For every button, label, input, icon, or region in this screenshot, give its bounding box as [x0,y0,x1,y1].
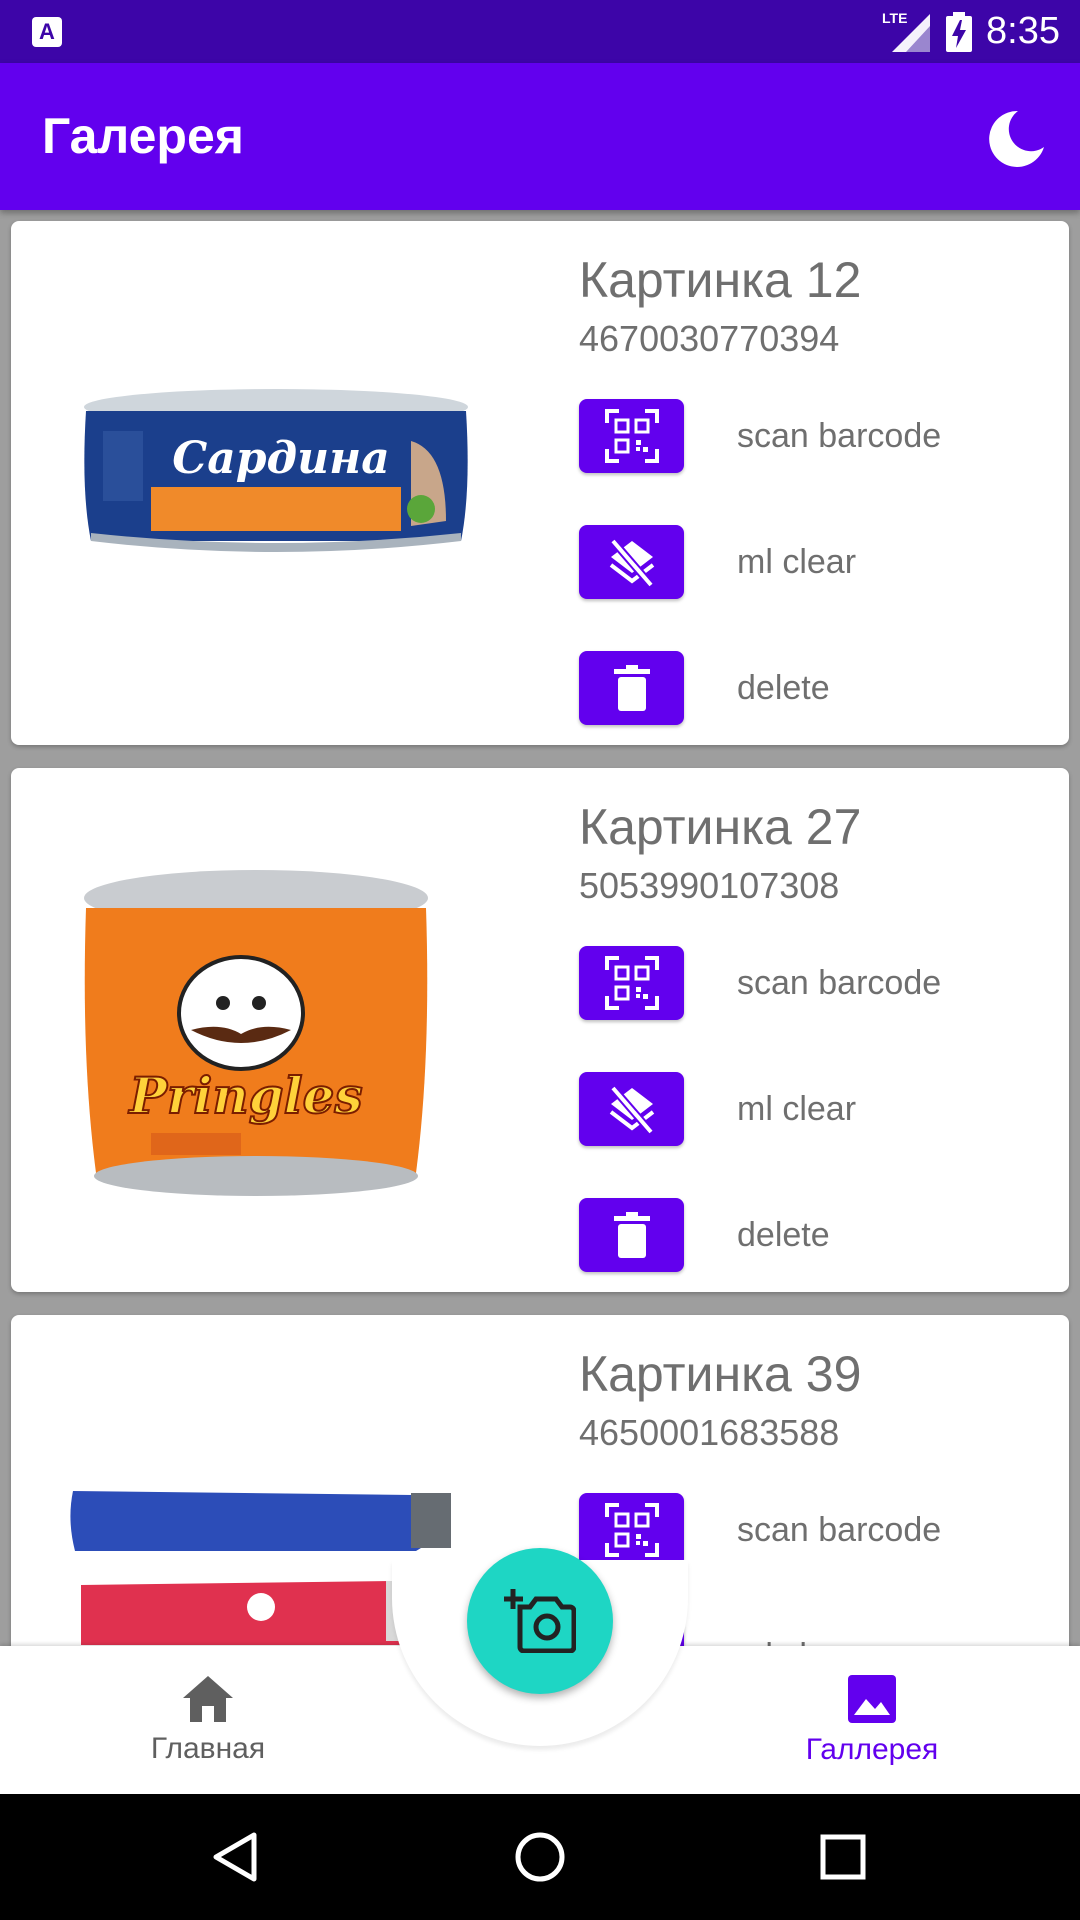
add-photo-icon [504,1589,576,1653]
product-image: Сардина [41,251,511,715]
layers-clear-icon [609,538,654,588]
app-screen: A LTE 8:35 Галерея Сардина Картинка 12 4… [0,0,1080,1920]
ml-clear-action: ml clear [579,1072,1039,1146]
gallery-card: Pringles Картинка 27 5053990107308 scan … [11,768,1069,1292]
card-title: Картинка 39 [579,1346,862,1402]
scan-barcode-action: scan barcode [579,1493,1039,1567]
product-label-text: Pringles [127,1066,362,1125]
delete-button[interactable] [579,651,684,725]
scan-barcode-label: scan barcode [737,1510,942,1549]
delete-action: delete [579,651,1039,725]
recents-square-icon [820,1834,866,1880]
trash-icon [613,1212,650,1258]
layers-clear-icon [609,1085,654,1135]
gallery-list[interactable]: Сардина Картинка 12 4670030770394 scan b… [0,210,1080,1646]
ml-clear-label: ml clear [737,1089,857,1128]
nav-label-home: Главная [150,1732,266,1765]
barcode-value: 5053990107308 [579,865,840,906]
qr-scan-icon [604,409,659,463]
gallery-card: Сардина Картинка 12 4670030770394 scan b… [11,221,1069,745]
delete-action: delete [579,1198,1039,1272]
ml-clear-action: ml clear [579,525,1039,599]
ml-clear-label: ml clear [737,542,857,581]
add-photo-fab[interactable] [467,1548,613,1694]
app-bar: Галерея [0,63,1080,210]
card-title: Картинка 12 [579,252,862,308]
product-image: Pringles [41,798,511,1262]
status-indicators: LTE 8:35 [882,0,1060,63]
status-bar: A LTE 8:35 [0,0,1080,63]
card-title: Картинка 27 [579,799,862,855]
qr-scan-icon [604,956,659,1010]
trash-icon [613,665,650,711]
scan-barcode-label: scan barcode [737,416,942,455]
lte-signal-icon: LTE [882,10,932,54]
qr-scan-icon [604,1503,659,1557]
ml-clear-button[interactable] [579,1072,684,1146]
ml-clear-label: ml clear [737,1637,856,1647]
barcode-value: 4650001683588 [579,1412,840,1453]
back-triangle-icon [213,1832,257,1882]
system-back-button[interactable] [206,1827,266,1887]
home-icon [183,1676,233,1722]
clock: 8:35 [986,10,1060,52]
delete-label: delete [737,1215,830,1254]
product-label-text: Сардина [172,433,389,484]
moon-icon [989,110,1044,167]
nav-item-gallery[interactable]: Галлерея [772,1646,972,1794]
barcode-value: 4670030770394 [579,318,840,359]
delete-button[interactable] [579,1198,684,1272]
ml-clear-button[interactable] [579,525,684,599]
scan-barcode-button[interactable] [579,946,684,1020]
image-icon [848,1675,896,1723]
nav-item-home[interactable]: Главная [108,1646,308,1794]
home-circle-icon [515,1832,565,1882]
scan-barcode-button[interactable] [579,399,684,473]
system-navigation-bar [0,1794,1080,1920]
delete-label: delete [737,668,830,707]
scan-barcode-label: scan barcode [737,963,942,1002]
battery-charging-icon [946,11,973,52]
scan-barcode-action: scan barcode [579,946,1039,1020]
app-notification-icon: A [32,17,62,47]
theme-toggle-button[interactable] [980,103,1050,173]
page-title: Галерея [42,108,244,164]
scan-barcode-action: scan barcode [579,399,1039,473]
system-recents-button[interactable] [813,1827,873,1887]
scan-barcode-button[interactable] [579,1493,684,1567]
system-home-button[interactable] [510,1827,570,1887]
nav-label-gallery: Галлерея [805,1733,939,1766]
